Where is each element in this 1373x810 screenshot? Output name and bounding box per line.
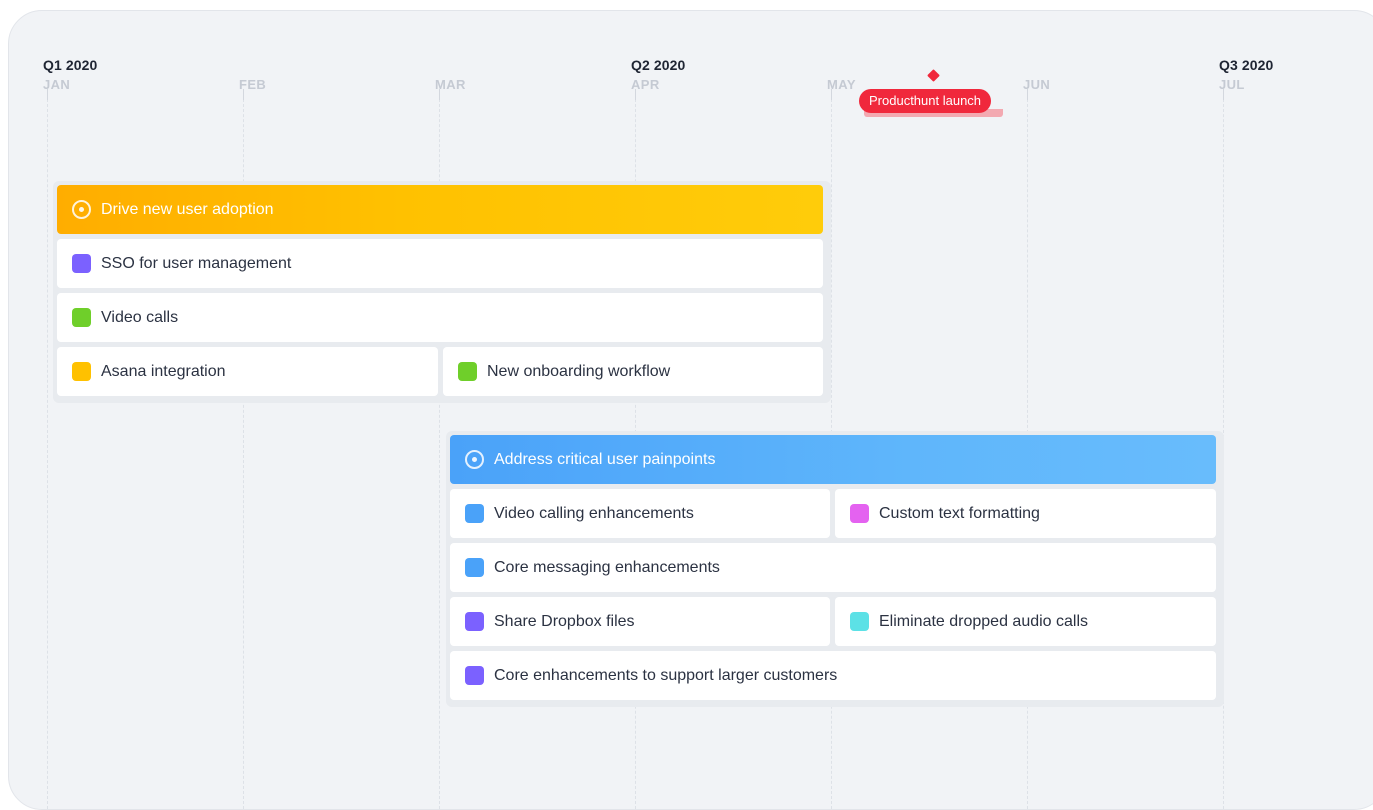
status-swatch — [72, 254, 91, 273]
status-swatch — [465, 504, 484, 523]
quarter-label-q1: Q1 2020 — [43, 57, 98, 73]
month-label-jul: JUL — [1219, 77, 1245, 92]
feature-card-sso[interactable]: SSO for user management — [57, 239, 823, 288]
month-label-jun: JUN — [1023, 77, 1051, 92]
milestone-label[interactable]: Producthunt launch — [859, 89, 992, 113]
status-swatch — [72, 362, 91, 381]
feature-card-onboarding[interactable]: New onboarding workflow — [443, 347, 823, 396]
objective-title: Address critical user painpoints — [494, 450, 716, 468]
objective-title: Drive new user adoption — [101, 200, 274, 218]
status-swatch — [458, 362, 477, 381]
feature-card-video-enhancements[interactable]: Video calling enhancements — [450, 489, 830, 538]
feature-label: Core messaging enhancements — [494, 558, 720, 576]
feature-label: Eliminate dropped audio calls — [879, 612, 1089, 630]
feature-card-larger-customers[interactable]: Core enhancements to support larger cust… — [450, 651, 1216, 700]
status-swatch — [465, 558, 484, 577]
quarter-label-q2: Q2 2020 — [631, 57, 686, 73]
quarter-label-q3: Q3 2020 — [1219, 57, 1274, 73]
feature-card-asana[interactable]: Asana integration — [57, 347, 438, 396]
feature-label: Share Dropbox files — [494, 612, 635, 630]
month-label-mar: MAR — [435, 77, 466, 92]
month-label-feb: FEB — [239, 77, 267, 92]
feature-label: SSO for user management — [101, 254, 292, 272]
feature-card-video-calls[interactable]: Video calls — [57, 293, 823, 342]
feature-card-audio-calls[interactable]: Eliminate dropped audio calls — [835, 597, 1216, 646]
feature-label: Asana integration — [101, 362, 226, 380]
feature-label: New onboarding workflow — [487, 362, 671, 380]
status-swatch — [72, 308, 91, 327]
month-label-apr: APR — [631, 77, 660, 92]
status-swatch — [850, 504, 869, 523]
target-icon — [72, 200, 91, 219]
feature-label: Video calls — [101, 308, 179, 326]
objective-header-user-adoption[interactable]: Drive new user adoption — [57, 185, 823, 234]
month-label-may: MAY — [827, 77, 856, 92]
feature-card-text-formatting[interactable]: Custom text formatting — [835, 489, 1216, 538]
status-swatch — [465, 612, 484, 631]
feature-card-dropbox[interactable]: Share Dropbox files — [450, 597, 830, 646]
target-icon — [465, 450, 484, 469]
feature-label: Core enhancements to support larger cust… — [494, 666, 838, 684]
status-swatch — [850, 612, 869, 631]
feature-card-core-messaging[interactable]: Core messaging enhancements — [450, 543, 1216, 592]
roadmap-board: Q1 2020 Q2 2020 Q3 2020 JAN FEB MAR APR … — [8, 10, 1373, 810]
gridline-jan — [47, 89, 48, 809]
milestone-marker-icon[interactable] — [927, 69, 940, 82]
status-swatch — [465, 666, 484, 685]
feature-label: Custom text formatting — [879, 504, 1040, 522]
month-label-jan: JAN — [43, 77, 71, 92]
objective-header-painpoints[interactable]: Address critical user painpoints — [450, 435, 1216, 484]
feature-label: Video calling enhancements — [494, 504, 694, 522]
